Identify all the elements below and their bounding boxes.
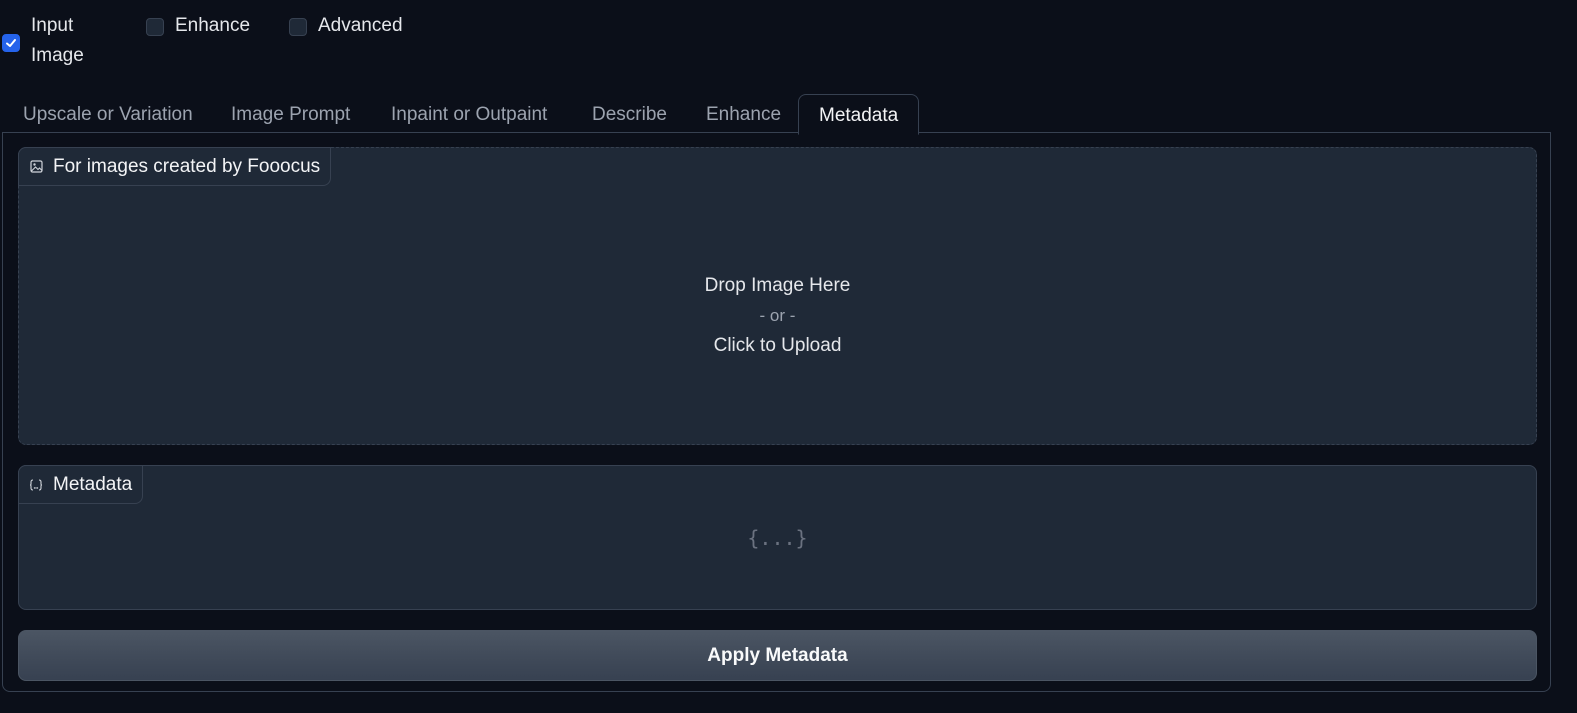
- metadata-label-text: Metadata: [53, 473, 133, 495]
- click-to-upload-text: Click to Upload: [713, 335, 842, 356]
- tab-enhance[interactable]: Enhance: [706, 94, 781, 134]
- tab-bar: Upscale or Variation Image Prompt Inpain…: [2, 94, 1553, 135]
- tab-inpaint-or-outpaint[interactable]: Inpaint or Outpaint: [391, 94, 547, 134]
- dropzone[interactable]: Drop Image Here - or - Click to Upload: [19, 188, 1536, 444]
- drop-image-text: Drop Image Here: [704, 275, 851, 296]
- enhance-label: Enhance: [175, 15, 251, 36]
- json-icon: [29, 478, 43, 492]
- checkbox-checked-icon[interactable]: [2, 34, 20, 52]
- apply-metadata-button[interactable]: Apply Metadata: [18, 630, 1537, 681]
- checkbox-unchecked-icon[interactable]: [289, 18, 307, 36]
- input-image-label: Input Image: [31, 15, 84, 66]
- tab-metadata[interactable]: Metadata: [798, 94, 920, 135]
- image-upload-label: For images created by Fooocus: [18, 147, 332, 186]
- tab-upscale-or-variation[interactable]: Upscale or Variation: [23, 94, 193, 134]
- advanced-label: Advanced: [318, 15, 403, 36]
- image-upload-label-text: For images created by Fooocus: [53, 155, 321, 177]
- metadata-label: Metadata: [18, 465, 144, 504]
- metadata-json-area: Metadata {...}: [18, 465, 1537, 610]
- checkbox-unchecked-icon[interactable]: [146, 18, 164, 36]
- tab-image-prompt[interactable]: Image Prompt: [231, 94, 350, 134]
- enhance-checkbox[interactable]: Enhance: [146, 15, 250, 41]
- tab-describe[interactable]: Describe: [592, 94, 667, 134]
- json-empty-placeholder: {...}: [747, 526, 808, 550]
- image-upload-area[interactable]: For images created by Fooocus Drop Image…: [18, 147, 1537, 445]
- input-image-checkbox[interactable]: Input Image: [2, 15, 91, 71]
- image-icon: [29, 160, 43, 174]
- metadata-tab-panel: For images created by Fooocus Drop Image…: [2, 132, 1551, 692]
- advanced-checkbox[interactable]: Advanced: [289, 15, 403, 41]
- or-text: - or -: [759, 306, 796, 325]
